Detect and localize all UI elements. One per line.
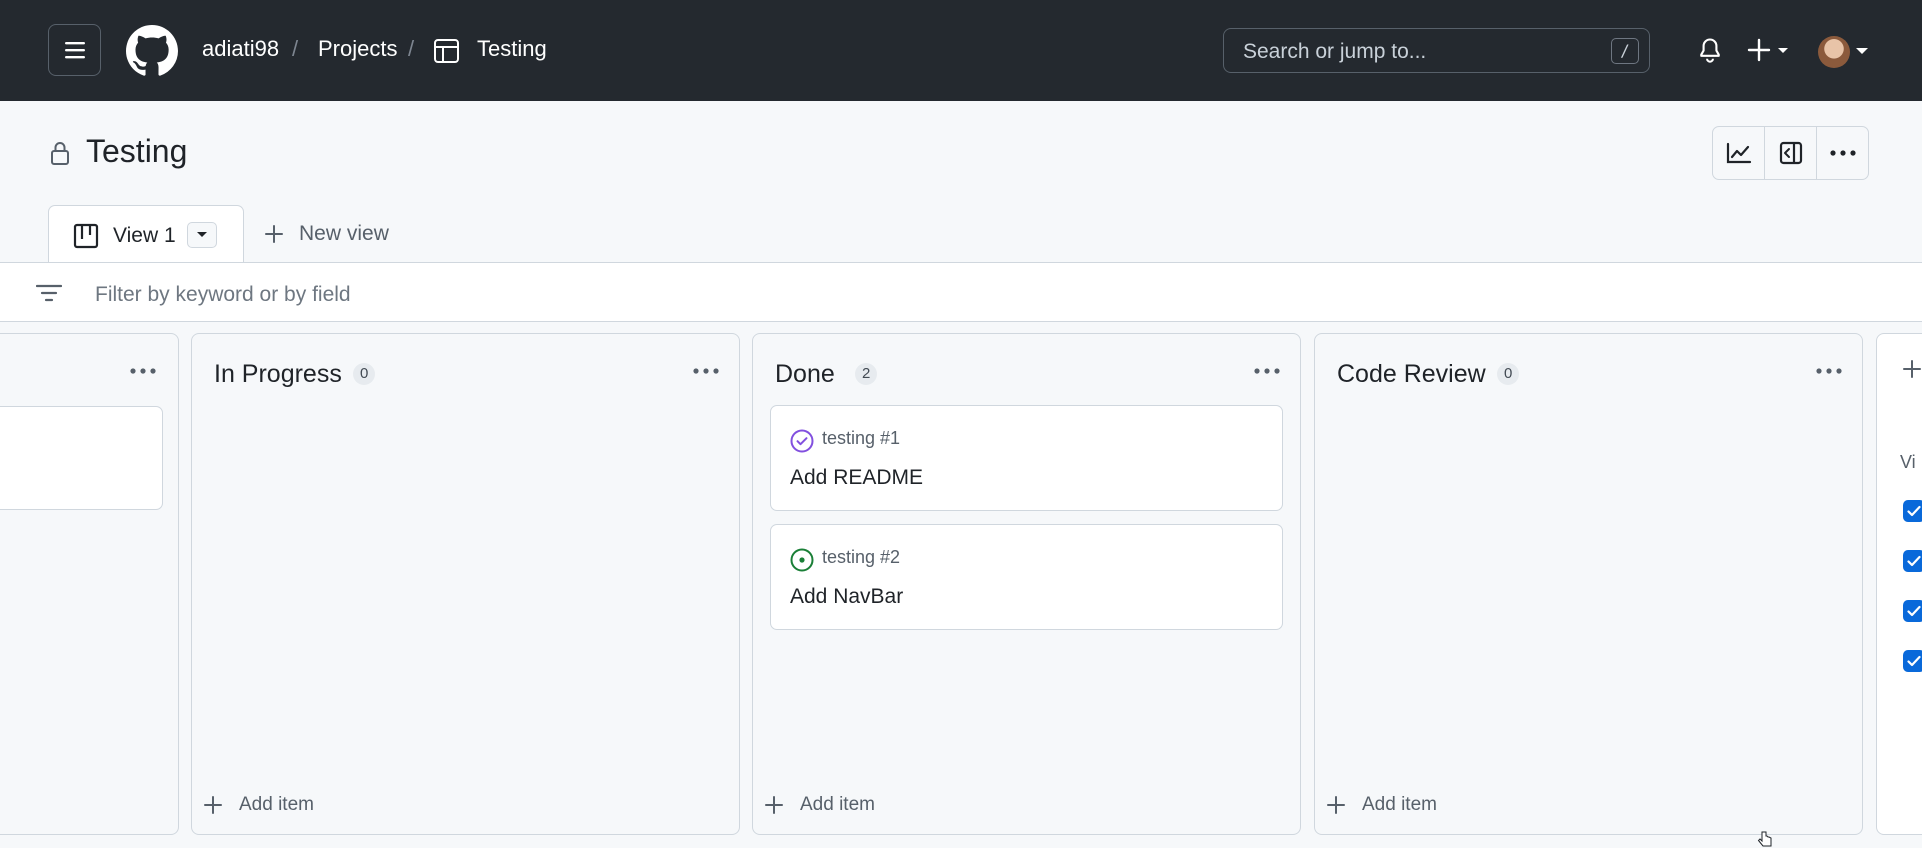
menu-button[interactable] — [48, 24, 101, 76]
issue-closed-icon — [790, 429, 814, 453]
plus-icon[interactable] — [1901, 358, 1922, 380]
column-count-badge: 2 — [855, 363, 878, 385]
side-panel-button[interactable] — [1765, 127, 1817, 179]
card-title[interactable]: Add README — [790, 466, 923, 490]
add-item-label: Add item — [1362, 794, 1437, 815]
board-card[interactable]: testing #2 Add NavBar — [770, 524, 1283, 630]
add-item-label: Add item — [239, 794, 314, 815]
visibility-checkbox[interactable] — [1903, 550, 1922, 572]
insights-icon — [1726, 142, 1751, 164]
check-icon — [1907, 505, 1921, 517]
search-shortcut-key: / — [1611, 38, 1639, 64]
filter-icon — [36, 284, 62, 302]
board-card[interactable]: testing #1 Add README — [770, 405, 1283, 511]
page-title: Testing — [86, 133, 188, 169]
plus-icon — [765, 796, 783, 814]
card-reference: testing #2 — [822, 547, 901, 567]
board-column-partial — [0, 333, 179, 835]
view-options-button[interactable] — [187, 222, 217, 248]
visibility-checkbox[interactable] — [1903, 650, 1922, 672]
filter-input[interactable]: Filter by keyword or by field — [95, 283, 351, 307]
hamburger-icon — [64, 42, 85, 59]
search-input[interactable]: Search or jump to... / — [1223, 28, 1650, 73]
more-options-button[interactable] — [1817, 127, 1868, 179]
column-count-badge: 0 — [1497, 363, 1520, 385]
add-item-button[interactable]: Add item — [202, 794, 314, 816]
caret-down-icon — [197, 232, 207, 237]
create-new-icon[interactable] — [1747, 36, 1795, 64]
search-placeholder: Search or jump to... — [1243, 40, 1427, 63]
breadcrumb-separator: / — [408, 36, 415, 61]
chevron-down-icon[interactable] — [1854, 46, 1870, 56]
plus-icon — [1327, 796, 1345, 814]
breadcrumb-owner[interactable]: adiati98 — [202, 36, 279, 62]
breadcrumb-separator: / — [292, 36, 299, 61]
column-title: Code Review — [1337, 360, 1486, 388]
more-icon[interactable] — [128, 366, 158, 376]
github-logo-icon[interactable] — [126, 25, 178, 77]
project-actions — [1712, 126, 1869, 180]
board-card[interactable] — [0, 406, 163, 510]
add-item-button[interactable]: Add item — [1325, 794, 1437, 816]
check-icon — [1907, 655, 1921, 667]
board-icon — [73, 223, 99, 249]
hand-cursor-icon — [1757, 831, 1772, 847]
board-column-in-progress: In Progress 0 Add item — [191, 333, 740, 835]
bell-icon[interactable] — [1696, 36, 1724, 64]
issue-open-icon — [790, 548, 814, 572]
filter-bar: Filter by keyword or by field — [0, 262, 1922, 322]
board-column-code-review: Code Review 0 Add item — [1314, 333, 1863, 835]
panel-icon — [1779, 141, 1802, 165]
plus-icon — [204, 796, 222, 814]
plus-icon — [265, 225, 283, 243]
breadcrumb-project[interactable]: Testing — [477, 36, 547, 62]
panel-label: Vi — [1900, 452, 1916, 472]
card-reference: testing #1 — [822, 428, 901, 448]
tab-view-1[interactable]: View 1 — [48, 205, 244, 263]
check-icon — [1907, 555, 1921, 567]
card-title[interactable]: Add NavBar — [790, 585, 903, 609]
tab-label: View 1 — [113, 224, 176, 247]
more-icon[interactable] — [691, 366, 721, 376]
field-visibility-panel: Vi — [1876, 333, 1922, 835]
column-count-badge: 0 — [353, 363, 376, 385]
lock-icon — [51, 142, 69, 165]
insights-button[interactable] — [1713, 127, 1765, 179]
more-icon[interactable] — [1252, 366, 1282, 376]
visibility-checkbox[interactable] — [1903, 600, 1922, 622]
more-icon[interactable] — [1814, 366, 1844, 376]
more-icon — [1829, 150, 1856, 156]
table-icon — [434, 39, 459, 63]
breadcrumb-projects[interactable]: Projects — [318, 36, 397, 62]
column-title: Done — [775, 360, 835, 388]
avatar[interactable] — [1818, 36, 1850, 68]
column-title: In Progress — [214, 360, 342, 388]
add-item-label: Add item — [800, 794, 875, 815]
new-view-button[interactable]: New view — [263, 222, 389, 246]
new-view-label: New view — [299, 222, 389, 245]
global-header: adiati98 / Projects / Testing Search or … — [0, 0, 1922, 101]
board-column-done: Done 2 testing #1 Add README testing #2 … — [752, 333, 1301, 835]
visibility-checkbox[interactable] — [1903, 500, 1922, 522]
add-item-button[interactable]: Add item — [763, 794, 875, 816]
check-icon — [1907, 605, 1921, 617]
